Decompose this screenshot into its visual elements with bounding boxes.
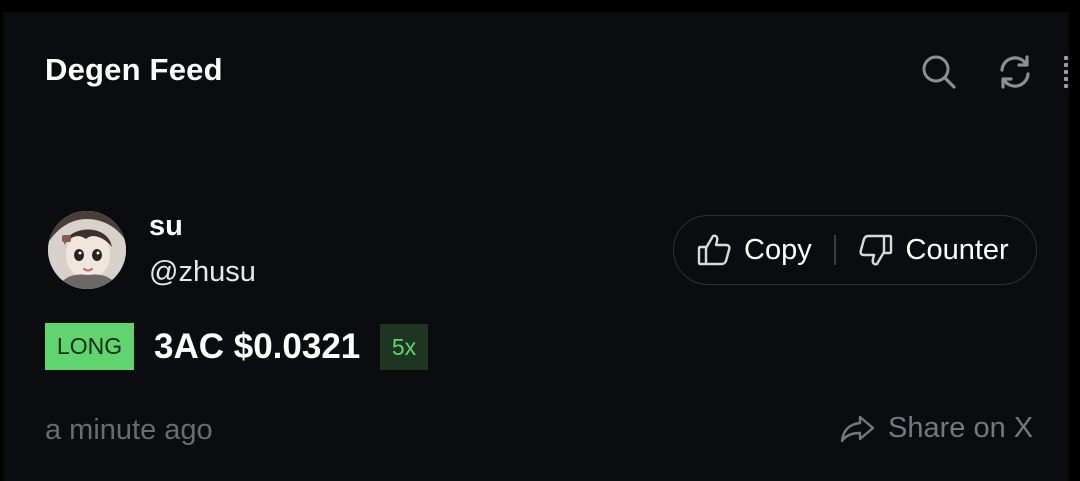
- share-label: Share on X: [888, 412, 1034, 444]
- search-icon: [922, 55, 956, 89]
- page-title: Degen Feed: [45, 52, 223, 87]
- thumbs-down-icon: [858, 234, 892, 266]
- user-handle[interactable]: @zhusu: [149, 256, 256, 289]
- trade-summary: 3AC $0.0321: [154, 327, 361, 366]
- scrollbar-handle[interactable]: [1063, 56, 1069, 96]
- search-button[interactable]: [919, 52, 959, 92]
- counter-label: Counter: [905, 233, 1009, 266]
- window-edge: [1069, 12, 1080, 481]
- copy-button[interactable]: Copy: [674, 216, 834, 284]
- share-arrow-icon: [840, 415, 875, 442]
- copy-counter-group: Copy Counter: [673, 215, 1037, 285]
- user-name[interactable]: su: [149, 210, 183, 243]
- share-on-x-button[interactable]: Share on X: [840, 412, 1033, 445]
- thumbs-up-icon: [697, 234, 731, 266]
- post-timestamp: a minute ago: [45, 414, 213, 446]
- copy-label: Copy: [744, 233, 812, 266]
- avatar-image: [48, 211, 126, 289]
- leverage-badge: 5x: [380, 324, 428, 370]
- position-side-badge: LONG: [45, 323, 134, 370]
- refresh-icon: [1000, 55, 1030, 89]
- counter-button[interactable]: Counter: [836, 216, 1009, 284]
- avatar[interactable]: [48, 211, 126, 289]
- refresh-button[interactable]: [995, 52, 1035, 92]
